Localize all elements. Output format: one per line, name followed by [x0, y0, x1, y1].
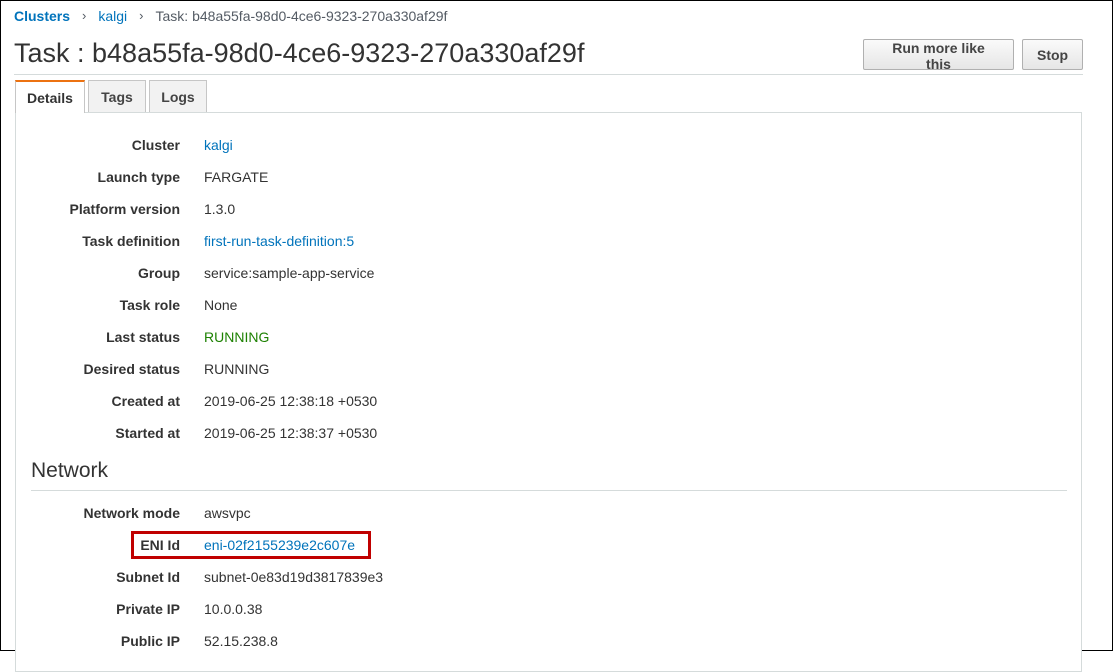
detail-label: Created at: [111, 393, 180, 409]
network-row-public-ip: Public IP 52.15.238.8: [16, 631, 1076, 651]
network-section-divider: [31, 490, 1067, 491]
breadcrumb-cluster-link[interactable]: kalgi: [98, 7, 127, 25]
detail-value: FARGATE: [204, 169, 269, 185]
detail-value: 1.3.0: [204, 201, 236, 217]
detail-label: Cluster: [131, 137, 180, 153]
network-row-subnet-id: Subnet Id subnet-0e83d19d3817839e3: [16, 567, 1076, 587]
detail-label: Network mode: [83, 505, 180, 521]
detail-value: 2019-06-25 12:38:18 +0530: [204, 393, 378, 409]
detail-value: None: [204, 297, 238, 313]
detail-row-last-status: Last status RUNNING: [16, 327, 1076, 347]
detail-value: service:sample-app-service: [204, 265, 375, 281]
details-panel: Cluster kalgi Launch type FARGATE Platfo…: [15, 112, 1082, 672]
detail-value: 10.0.0.38: [204, 601, 263, 617]
detail-row-created-at: Created at 2019-06-25 12:38:18 +0530: [16, 391, 1076, 411]
page-title: Task : b48a55fa-98d0-4ce6-9323-270a330af…: [14, 38, 585, 68]
tab-logs[interactable]: Logs: [149, 80, 207, 112]
detail-row-desired-status: Desired status RUNNING: [16, 359, 1076, 379]
detail-label: Subnet Id: [116, 569, 180, 585]
breadcrumb: Clusters › kalgi › Task: b48a55fa-98d0-4…: [14, 7, 447, 25]
title-divider: [14, 74, 1083, 75]
detail-label: Private IP: [116, 601, 180, 617]
network-row-private-ip: Private IP 10.0.0.38: [16, 599, 1076, 619]
stop-button[interactable]: Stop: [1022, 39, 1083, 70]
detail-label: Task definition: [82, 233, 180, 249]
run-more-like-this-button[interactable]: Run more like this: [863, 39, 1014, 72]
breadcrumb-current-task: Task: b48a55fa-98d0-4ce6-9323-270a330af2…: [155, 8, 448, 24]
detail-label: Public IP: [120, 633, 180, 649]
detail-label: Launch type: [97, 169, 180, 185]
detail-row-task-role: Task role None: [16, 295, 1076, 315]
detail-row-launch-type: Launch type FARGATE: [16, 167, 1076, 187]
detail-value: awsvpc: [204, 505, 251, 521]
detail-row-cluster: Cluster kalgi: [16, 135, 1076, 155]
detail-label: Started at: [115, 425, 180, 441]
detail-label: Desired status: [83, 361, 180, 377]
breadcrumb-clusters-link[interactable]: Clusters: [14, 7, 70, 25]
cluster-link[interactable]: kalgi: [204, 135, 233, 155]
detail-value: 2019-06-25 12:38:37 +0530: [204, 425, 378, 441]
detail-label: Group: [138, 265, 180, 281]
detail-label: Platform version: [69, 201, 180, 217]
eni-highlight-box: [131, 531, 371, 559]
breadcrumb-separator-icon: ›: [82, 8, 87, 23]
last-status-value: RUNNING: [204, 329, 270, 345]
detail-row-platform-version: Platform version 1.3.0: [16, 199, 1076, 219]
detail-value: 52.15.238.8: [204, 633, 278, 649]
detail-row-group: Group service:sample-app-service: [16, 263, 1076, 283]
breadcrumb-separator-icon: ›: [139, 8, 144, 23]
detail-value: RUNNING: [204, 361, 270, 377]
task-definition-link[interactable]: first-run-task-definition:5: [204, 231, 354, 251]
detail-row-started-at: Started at 2019-06-25 12:38:37 +0530: [16, 423, 1076, 443]
detail-value: subnet-0e83d19d3817839e3: [204, 569, 384, 585]
network-row-mode: Network mode awsvpc: [16, 503, 1076, 523]
detail-label: Task role: [119, 297, 180, 313]
tab-details[interactable]: Details: [15, 80, 85, 113]
detail-label: Last status: [106, 329, 180, 345]
detail-row-task-definition: Task definition first-run-task-definitio…: [16, 231, 1076, 251]
tab-tags[interactable]: Tags: [88, 80, 146, 112]
network-section-title: Network: [31, 459, 109, 482]
